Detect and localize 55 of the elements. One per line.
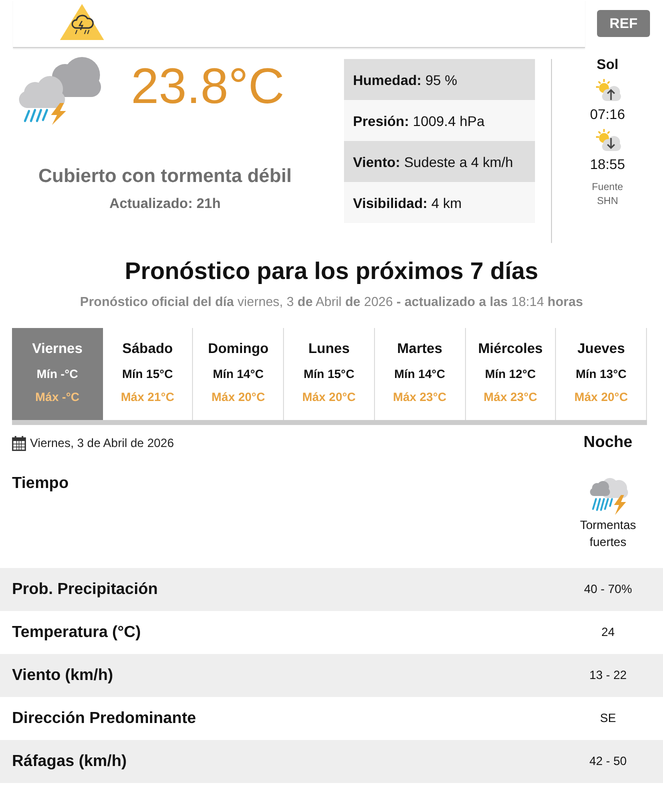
max-temp: Máx -°C: [35, 390, 80, 405]
sunrise-icon: [594, 78, 620, 102]
day-name: Martes: [397, 340, 442, 357]
day-name: Lunes: [308, 340, 350, 357]
max-temp: Máx 23°C: [484, 390, 538, 405]
detail-text: Presión: 1009.4 hPa: [353, 112, 485, 130]
forecast-title: Pronóstico para los próximos 7 días: [124, 257, 538, 287]
row-value: 40 - 70%: [584, 582, 632, 597]
day-name: Domingo: [208, 340, 269, 357]
calendar-icon: [12, 436, 26, 450]
min-temp: Mín 14°C: [394, 367, 446, 382]
row-label: Prob. Precipitación: [12, 580, 158, 598]
row-label: Dirección Predominante: [12, 710, 196, 726]
day-name: Jueves: [577, 340, 625, 357]
max-temp: Máx 20°C: [212, 390, 266, 405]
detail-text: Visibilidad: 4 km: [353, 194, 462, 212]
min-temp: Mín 12°C: [485, 367, 536, 382]
sunset-icon: [594, 128, 620, 152]
storm-cloud-icon: [588, 475, 628, 515]
min-temp: Mín 14°C: [212, 367, 264, 382]
max-temp: Máx 20°C: [302, 390, 356, 405]
weather-description: Tormentas fuertes: [578, 517, 638, 551]
forecast-date: Viernes, 3 de Abril de 2026: [30, 436, 174, 450]
min-temp: Mín 15°C: [122, 367, 173, 382]
detail-text: Humedad: 95 %: [353, 70, 458, 88]
forecast-subtitle: Pronóstico oficial del día viernes, 3 de Abril de 2026 - actualizado a las 18:14 horas: [80, 293, 583, 311]
max-temp: Máx 21°C: [120, 390, 174, 405]
day-tab[interactable]: Viernes Mín -°C Máx -°C: [12, 328, 103, 420]
detail-text: Viento: Sudeste a 4 km/h: [353, 152, 514, 170]
sun-title: Sol: [596, 55, 618, 73]
min-temp: Mín 15°C: [304, 367, 354, 382]
sunset-time: 18:55: [590, 155, 626, 173]
row-label: Temperatura (°C): [12, 624, 141, 640]
day-name: Miércoles: [478, 340, 543, 357]
row-label: Ráfagas (km/h): [12, 752, 127, 770]
min-temp: Mín -°C: [36, 367, 78, 382]
max-temp: Máx 20°C: [574, 390, 628, 405]
current-temperature: 23.8°C: [131, 57, 284, 115]
min-temp: Mín 13°C: [576, 367, 627, 382]
row-label: Viento (km/h): [12, 666, 114, 684]
row-label: Tiempo: [12, 475, 69, 492]
updated-text: Actualizado: 21h: [109, 194, 221, 212]
row-value: 42 - 50: [589, 754, 627, 769]
day-name: Viernes: [32, 340, 83, 357]
max-temp: Máx 23°C: [392, 390, 446, 405]
sunrise-time: 07:16: [590, 105, 626, 123]
storm-warning-icon: [60, 4, 104, 40]
day-name: Sábado: [122, 340, 173, 357]
condition-text: Cubierto con tormenta débil: [38, 165, 292, 189]
row-value: 13 - 22: [589, 668, 627, 683]
row-value: SE: [600, 711, 616, 726]
ref-button[interactable]: REF: [597, 10, 650, 37]
period-heading: Noche: [582, 433, 634, 453]
source-text: Fuente SHN: [590, 181, 624, 209]
row-value: 24: [601, 625, 615, 640]
